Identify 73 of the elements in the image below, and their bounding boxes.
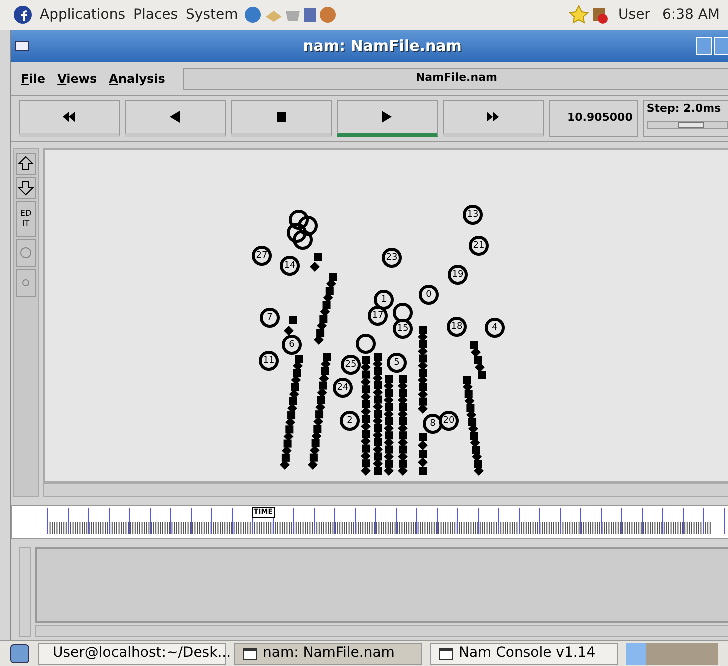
up-arrow-icon	[18, 156, 34, 172]
network-node[interactable]: 17	[368, 306, 388, 326]
play-icon	[382, 111, 392, 123]
network-node[interactable]: 23	[382, 248, 402, 268]
down-arrow-icon	[18, 180, 34, 196]
stop-icon	[276, 112, 286, 122]
network-node[interactable]: 21	[469, 236, 489, 256]
fast-forward-icon	[487, 112, 500, 122]
network-node[interactable]: 11	[259, 351, 279, 371]
network-node[interactable]: 25	[341, 355, 361, 375]
packet-trail-drawing	[284, 315, 298, 336]
user-name[interactable]: User	[618, 4, 650, 26]
minimize-button[interactable]	[696, 37, 712, 55]
window-icon	[243, 648, 257, 660]
desktop-icon[interactable]	[10, 644, 30, 664]
edit-button[interactable]: ED IT	[16, 201, 36, 237]
horizontal-scrollbar[interactable]	[43, 483, 728, 497]
clock[interactable]: 6:38 AM	[662, 4, 720, 26]
network-node[interactable]: 8	[423, 414, 443, 434]
step-label: Step: 2.0ms	[646, 101, 722, 117]
playback-button[interactable]	[230, 100, 332, 137]
network-node[interactable]	[298, 216, 318, 236]
network-node[interactable]: 20	[439, 411, 459, 431]
slider-thumb[interactable]	[678, 122, 704, 128]
menu-item[interactable]: File	[21, 70, 46, 88]
logo-icon	[14, 6, 32, 24]
network-node[interactable]	[293, 230, 313, 250]
network-node[interactable]	[356, 334, 376, 354]
zoom-out-button[interactable]	[16, 177, 36, 199]
window-icon	[439, 648, 453, 660]
network-node[interactable]: 24	[333, 378, 353, 398]
back-icon	[170, 111, 180, 123]
network-node[interactable]: 15	[393, 319, 413, 339]
update-icon[interactable]	[590, 5, 609, 25]
network-node[interactable]: 18	[447, 317, 467, 337]
launcher-icons-drawing[interactable]	[244, 5, 338, 25]
packet-trail-drawing	[418, 432, 428, 476]
node-button[interactable]	[16, 239, 36, 267]
network-node[interactable]: 19	[448, 265, 468, 285]
network-node[interactable]	[287, 223, 307, 243]
vertical-scrollbar[interactable]	[19, 547, 31, 637]
taskbar-button[interactable]: nam: NamFile.nam	[234, 642, 422, 664]
menu-item[interactable]: Views	[58, 70, 98, 88]
step-slider[interactable]	[646, 120, 728, 128]
small-node-button[interactable]	[16, 269, 36, 297]
menu-item[interactable]: Analysis	[109, 70, 166, 88]
star-icon[interactable]	[568, 5, 589, 25]
file-name-field: NamFile.nam	[183, 68, 728, 90]
network-node[interactable]: 4	[485, 318, 505, 338]
maximize-button[interactable]	[714, 37, 728, 55]
network-node[interactable]: 1	[374, 290, 394, 310]
panel-menu[interactable]: System	[186, 4, 238, 26]
network-node[interactable]: 13	[463, 205, 483, 225]
zoom-in-button[interactable]	[16, 153, 36, 175]
network-node[interactable]: 14	[280, 256, 300, 276]
window-menu-icon[interactable]	[15, 41, 29, 51]
panel-menu[interactable]: Applications	[40, 4, 126, 26]
network-node[interactable]: 5	[387, 353, 407, 373]
horizontal-scrollbar[interactable]	[35, 625, 728, 637]
small-circle-icon	[22, 279, 30, 287]
circle-icon	[20, 247, 32, 259]
network-node[interactable]: 6	[282, 335, 302, 355]
fast-rewind-icon	[63, 112, 76, 122]
network-node[interactable]: 0	[419, 285, 439, 305]
network-node[interactable]	[289, 210, 309, 230]
time-display: 10.905000	[548, 100, 638, 137]
network-node[interactable]: 27	[252, 246, 272, 266]
network-node[interactable]: 2	[340, 411, 360, 431]
taskbar-button[interactable]: Nam Console v1.14	[430, 642, 618, 664]
panel-menu[interactable]: Places	[134, 4, 178, 26]
workspace-switcher[interactable]	[626, 642, 718, 664]
window-title: nam: NamFile.nam	[302, 36, 463, 57]
network-node[interactable]: 7	[260, 308, 280, 328]
